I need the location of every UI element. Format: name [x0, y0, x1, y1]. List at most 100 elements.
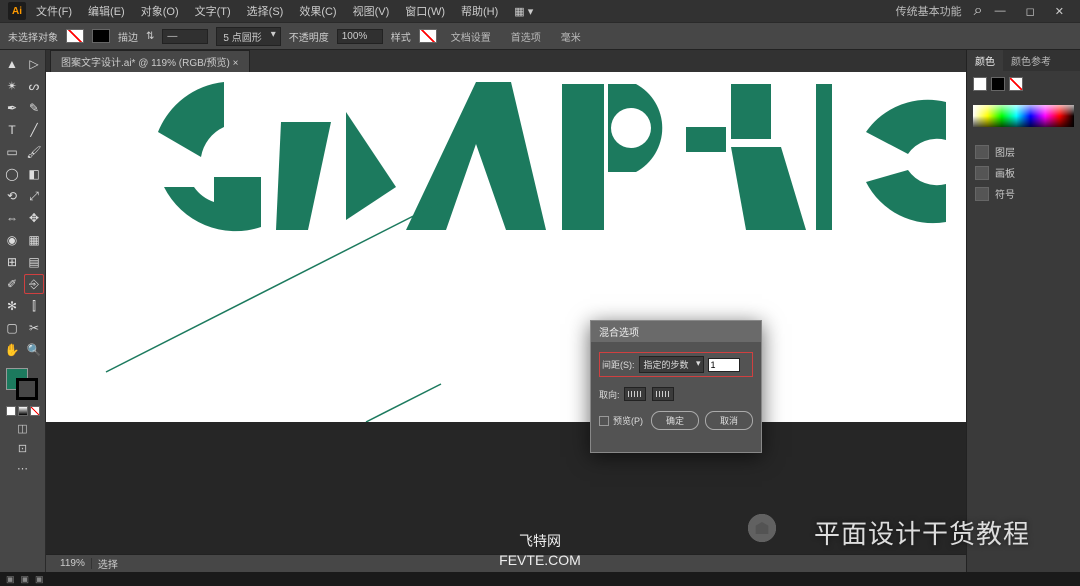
- fill-stroke-control[interactable]: [2, 368, 43, 404]
- rotate-tool[interactable]: ⟲: [2, 186, 22, 206]
- panel-symbols[interactable]: 符号: [975, 183, 1072, 204]
- spacing-mode-select[interactable]: 指定的步数: [639, 356, 704, 373]
- stroke-weight[interactable]: —: [162, 29, 208, 44]
- tool-panel: ▲▷ ✴ᔕ ✒✎ T╱ ▭🖌 ◯◧ ⟲⤢ ⇔✥ ◉▦ ⊞▤ ✐⎆ ✻⫿ ▢✂ ✋…: [0, 50, 46, 572]
- brush-tool[interactable]: 🖌: [24, 142, 44, 162]
- menu-view[interactable]: 视图(V): [347, 1, 396, 21]
- mesh-tool[interactable]: ⊞: [2, 252, 22, 272]
- control-bar: 未选择对象 描边 ⇅— 5 点圆形 不透明度 100% 样式 文档设置 首选项 …: [0, 22, 1080, 50]
- width-tool[interactable]: ⇔: [2, 208, 22, 228]
- blend-tool[interactable]: ⎆: [24, 274, 44, 294]
- taskbar-item[interactable]: ▣: [6, 574, 15, 585]
- scale-tool[interactable]: ⤢: [24, 186, 44, 206]
- workspace-switcher[interactable]: 传统基本功能: [896, 3, 962, 19]
- search-icon[interactable]: ⌕: [974, 2, 983, 20]
- line-tool[interactable]: ╱: [24, 120, 44, 140]
- preview-label: 预览(P): [613, 414, 643, 427]
- spacing-value-input[interactable]: [708, 358, 740, 372]
- opacity-label: 不透明度: [289, 29, 329, 44]
- slice-tool[interactable]: ✂: [24, 318, 44, 338]
- maximize-button[interactable]: ◻: [1018, 3, 1043, 20]
- menu-effect[interactable]: 效果(C): [293, 1, 342, 21]
- stroke-swatch[interactable]: [92, 29, 110, 43]
- preview-checkbox[interactable]: [599, 416, 609, 426]
- document-tabs: 图案文字设计.ai* @ 119% (RGB/预览) ×: [46, 50, 966, 72]
- artboard-tool[interactable]: ▢: [2, 318, 22, 338]
- zoom-level[interactable]: 119%: [54, 558, 92, 569]
- gradient-tool[interactable]: ▤: [24, 252, 44, 272]
- curvature-tool[interactable]: ✎: [24, 98, 44, 118]
- prefs-button[interactable]: 首选项: [505, 27, 547, 46]
- orientation-label: 取向:: [599, 388, 620, 401]
- selection-tool[interactable]: ▲: [2, 54, 22, 74]
- document-tab[interactable]: 图案文字设计.ai* @ 119% (RGB/预览) ×: [50, 50, 250, 72]
- taskbar-item[interactable]: ▣: [35, 574, 44, 585]
- magic-wand-tool[interactable]: ✴: [2, 76, 22, 96]
- cancel-button[interactable]: 取消: [705, 411, 753, 430]
- status-tool: 选择: [92, 556, 124, 571]
- menu-help[interactable]: 帮助(H): [455, 1, 504, 21]
- dialog-title: 混合选项: [591, 321, 761, 342]
- direct-select-tool[interactable]: ▷: [24, 54, 44, 74]
- os-taskbar: ▣ ▣ ▣: [0, 572, 1080, 586]
- app-logo: Ai: [8, 2, 26, 20]
- menu-file[interactable]: 文件(F): [30, 1, 78, 21]
- close-button[interactable]: ✕: [1047, 3, 1072, 20]
- swatch-white[interactable]: [973, 77, 987, 91]
- panel-layers[interactable]: 图层: [975, 141, 1072, 162]
- menu-window[interactable]: 窗口(W): [399, 1, 451, 21]
- edit-toolbar[interactable]: ⋯: [13, 462, 33, 478]
- bridge-icon[interactable]: ▦ ▾: [514, 5, 533, 18]
- watermark-text: 平面设计干货教程: [814, 514, 1030, 551]
- eyedropper-tool[interactable]: ✐: [2, 274, 22, 294]
- color-spectrum[interactable]: [973, 105, 1074, 127]
- blend-options-dialog: 混合选项 间距(S): 指定的步数 取向:: [590, 320, 762, 453]
- style-swatch[interactable]: [419, 29, 437, 43]
- color-tab[interactable]: 颜色: [967, 50, 1003, 71]
- units[interactable]: 毫米: [555, 27, 587, 46]
- footer-site: 飞特网 FEVTE.COM: [499, 532, 581, 571]
- screen-mode[interactable]: ⊡: [13, 442, 33, 458]
- stroke-label: 描边: [118, 29, 138, 44]
- shape-builder-tool[interactable]: ◉: [2, 230, 22, 250]
- swatch-black[interactable]: [991, 77, 1005, 91]
- menu-edit[interactable]: 编辑(E): [82, 1, 131, 21]
- spacing-label: 间距(S):: [602, 358, 635, 371]
- orient-align-path[interactable]: [652, 387, 674, 401]
- swatch-none[interactable]: [1009, 77, 1023, 91]
- panel-artboards[interactable]: 画板: [975, 162, 1072, 183]
- zoom-tool[interactable]: 🔍: [24, 340, 44, 360]
- wechat-icon: [744, 510, 780, 546]
- tab-close-icon[interactable]: ×: [233, 58, 239, 69]
- orient-align-page[interactable]: [624, 387, 646, 401]
- free-transform-tool[interactable]: ✥: [24, 208, 44, 228]
- taskbar-item[interactable]: ▣: [21, 574, 30, 585]
- symbol-spray-tool[interactable]: ✻: [2, 296, 22, 316]
- fill-swatch[interactable]: [66, 29, 84, 43]
- draw-mode[interactable]: ◫: [13, 422, 33, 438]
- opacity-input[interactable]: 100%: [337, 29, 383, 44]
- shaper-tool[interactable]: ◯: [2, 164, 22, 184]
- menu-type[interactable]: 文字(T): [189, 1, 237, 21]
- minimize-button[interactable]: —: [987, 3, 1014, 19]
- brush-select[interactable]: 5 点圆形: [216, 27, 280, 46]
- pen-tool[interactable]: ✒: [2, 98, 22, 118]
- artboard[interactable]: [46, 72, 966, 422]
- lasso-tool[interactable]: ᔕ: [24, 76, 44, 96]
- style-label: 样式: [391, 29, 411, 44]
- menubar: Ai 文件(F) 编辑(E) 对象(O) 文字(T) 选择(S) 效果(C) 视…: [0, 0, 1080, 22]
- eraser-tool[interactable]: ◧: [24, 164, 44, 184]
- doc-setup-button[interactable]: 文档设置: [445, 27, 497, 46]
- right-panels: 颜色 颜色参考 图层 画板 符号: [966, 50, 1080, 572]
- artwork-graphic: [46, 72, 966, 422]
- type-tool[interactable]: T: [2, 120, 22, 140]
- ok-button[interactable]: 确定: [651, 411, 699, 430]
- graph-tool[interactable]: ⫿: [24, 296, 44, 316]
- color-guide-tab[interactable]: 颜色参考: [1003, 50, 1059, 71]
- menu-select[interactable]: 选择(S): [241, 1, 290, 21]
- canvas-area[interactable]: 混合选项 间距(S): 指定的步数 取向:: [46, 72, 966, 554]
- menu-object[interactable]: 对象(O): [135, 1, 185, 21]
- rect-tool[interactable]: ▭: [2, 142, 22, 162]
- perspective-tool[interactable]: ▦: [24, 230, 44, 250]
- hand-tool[interactable]: ✋: [2, 340, 22, 360]
